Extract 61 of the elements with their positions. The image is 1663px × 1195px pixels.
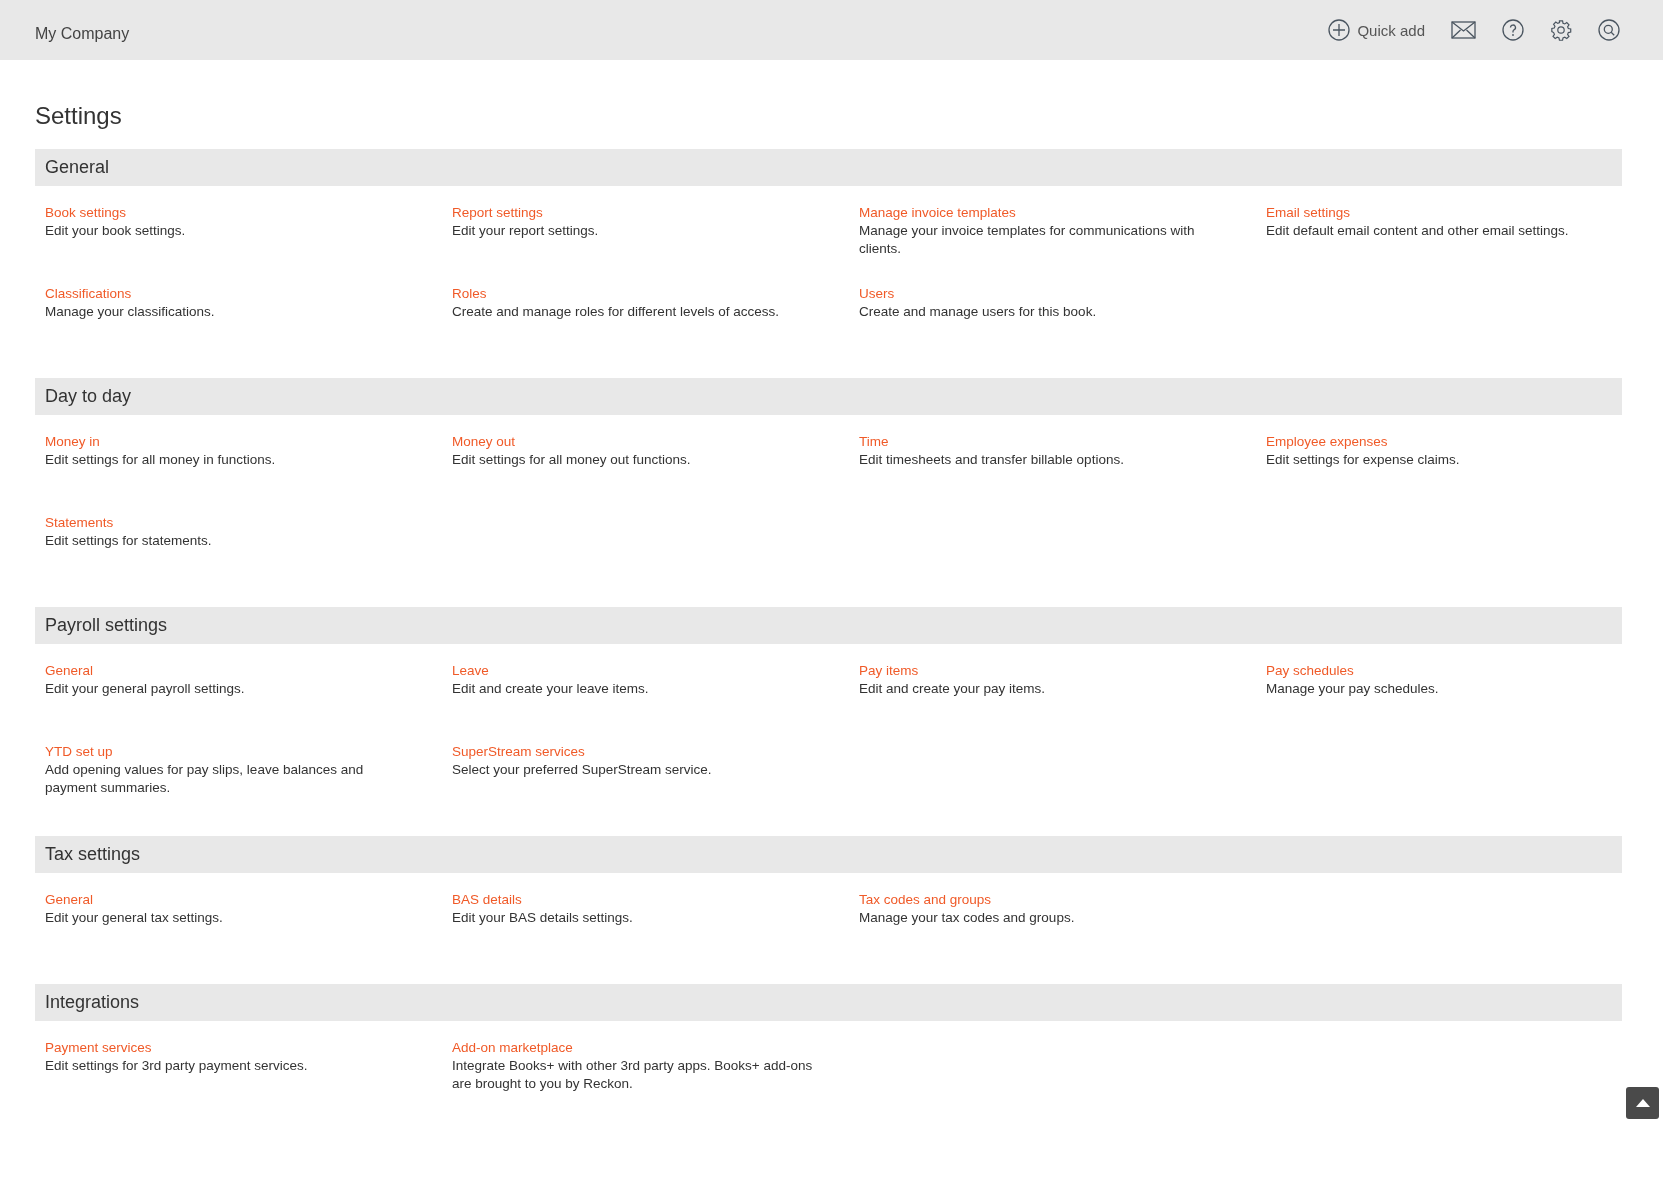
settings-description: Edit settings for all money in functions. bbox=[45, 451, 276, 469]
settings-link[interactable]: General bbox=[45, 891, 94, 909]
settings-description: Add opening values for pay slips, leave balances and payment summaries. bbox=[45, 761, 365, 797]
settings-link[interactable]: Tax codes and groups bbox=[859, 891, 992, 909]
settings-link[interactable]: Leave bbox=[452, 662, 489, 680]
settings-link[interactable]: Users bbox=[859, 285, 895, 303]
settings-description: Edit settings for all money out functions. bbox=[452, 451, 691, 469]
settings-description: Edit timesheets and transfer billable options. bbox=[859, 451, 1124, 469]
settings-description: Edit your report settings. bbox=[452, 222, 599, 240]
settings-description: Select your preferred SuperStream service. bbox=[452, 761, 712, 779]
settings-link[interactable]: Payment services bbox=[45, 1039, 152, 1057]
settings-description: Edit your book settings. bbox=[45, 222, 186, 240]
settings-link[interactable]: Money in bbox=[45, 433, 100, 451]
settings-description: Edit your general tax settings. bbox=[45, 909, 223, 927]
settings-link[interactable]: YTD set up bbox=[45, 743, 113, 761]
mail-icon[interactable] bbox=[1451, 21, 1476, 39]
page-title: Settings bbox=[35, 102, 123, 130]
settings-link[interactable]: Book settings bbox=[45, 204, 127, 222]
settings-description: Manage your pay schedules. bbox=[1266, 680, 1439, 698]
settings-description: Manage your tax codes and groups. bbox=[859, 909, 1075, 927]
section-header: General bbox=[35, 149, 1622, 186]
settings-link[interactable]: Add-on marketplace bbox=[452, 1039, 573, 1057]
settings-description: Edit default email content and other email settings. bbox=[1266, 222, 1569, 240]
settings-description: Manage your classifications. bbox=[45, 303, 215, 321]
settings-description: Edit your BAS details settings. bbox=[452, 909, 633, 927]
settings-description: Edit and create your leave items. bbox=[452, 680, 649, 698]
plus-circle-icon bbox=[1328, 19, 1351, 41]
section-header: Payroll settings bbox=[35, 607, 1622, 644]
settings-link[interactable]: Employee expenses bbox=[1266, 433, 1388, 451]
scroll-to-top-button[interactable] bbox=[1626, 1087, 1659, 1119]
company-name: My Company bbox=[35, 25, 130, 43]
settings-link[interactable]: Time bbox=[859, 433, 889, 451]
settings-link[interactable]: Report settings bbox=[452, 204, 543, 222]
settings-link[interactable]: BAS details bbox=[452, 891, 522, 909]
settings-link[interactable]: Email settings bbox=[1266, 204, 1351, 222]
help-icon[interactable] bbox=[1502, 19, 1524, 41]
settings-link[interactable]: Pay schedules bbox=[1266, 662, 1354, 680]
settings-description: Edit settings for expense claims. bbox=[1266, 451, 1460, 469]
settings-description: Create and manage users for this book. bbox=[859, 303, 1097, 321]
settings-description: Manage your invoice templates for communications with clients. bbox=[859, 222, 1196, 258]
settings-link[interactable]: Roles bbox=[452, 285, 487, 303]
settings-link[interactable]: Classifications bbox=[45, 285, 132, 303]
settings-description: Edit and create your pay items. bbox=[859, 680, 1046, 698]
settings-icon[interactable] bbox=[1550, 19, 1572, 41]
settings-description: Create and manage roles for different levels of access. bbox=[452, 303, 779, 321]
search-icon[interactable] bbox=[1598, 19, 1620, 41]
settings-description: Edit settings for 3rd party payment services. bbox=[45, 1057, 308, 1075]
settings-link[interactable]: Money out bbox=[452, 433, 516, 451]
settings-description: Integrate Books+ with other 3rd party apps. Books+ add-ons are brought to you by Reckon. bbox=[452, 1057, 814, 1093]
settings-link[interactable]: SuperStream services bbox=[452, 743, 585, 761]
settings-description: Edit your general payroll settings. bbox=[45, 680, 245, 698]
settings-link[interactable]: Pay items bbox=[859, 662, 919, 680]
settings-link[interactable]: Manage invoice templates bbox=[859, 204, 1016, 222]
settings-link[interactable]: General bbox=[45, 662, 94, 680]
section-header: Tax settings bbox=[35, 836, 1622, 873]
settings-link[interactable]: Statements bbox=[45, 514, 114, 532]
section-header: Integrations bbox=[35, 984, 1622, 1021]
settings-description: Edit settings for statements. bbox=[45, 532, 212, 550]
quick-add-button[interactable]: Quick add bbox=[1328, 19, 1425, 41]
section-header: Day to day bbox=[35, 378, 1622, 415]
triangle-up-icon bbox=[1635, 1099, 1650, 1107]
